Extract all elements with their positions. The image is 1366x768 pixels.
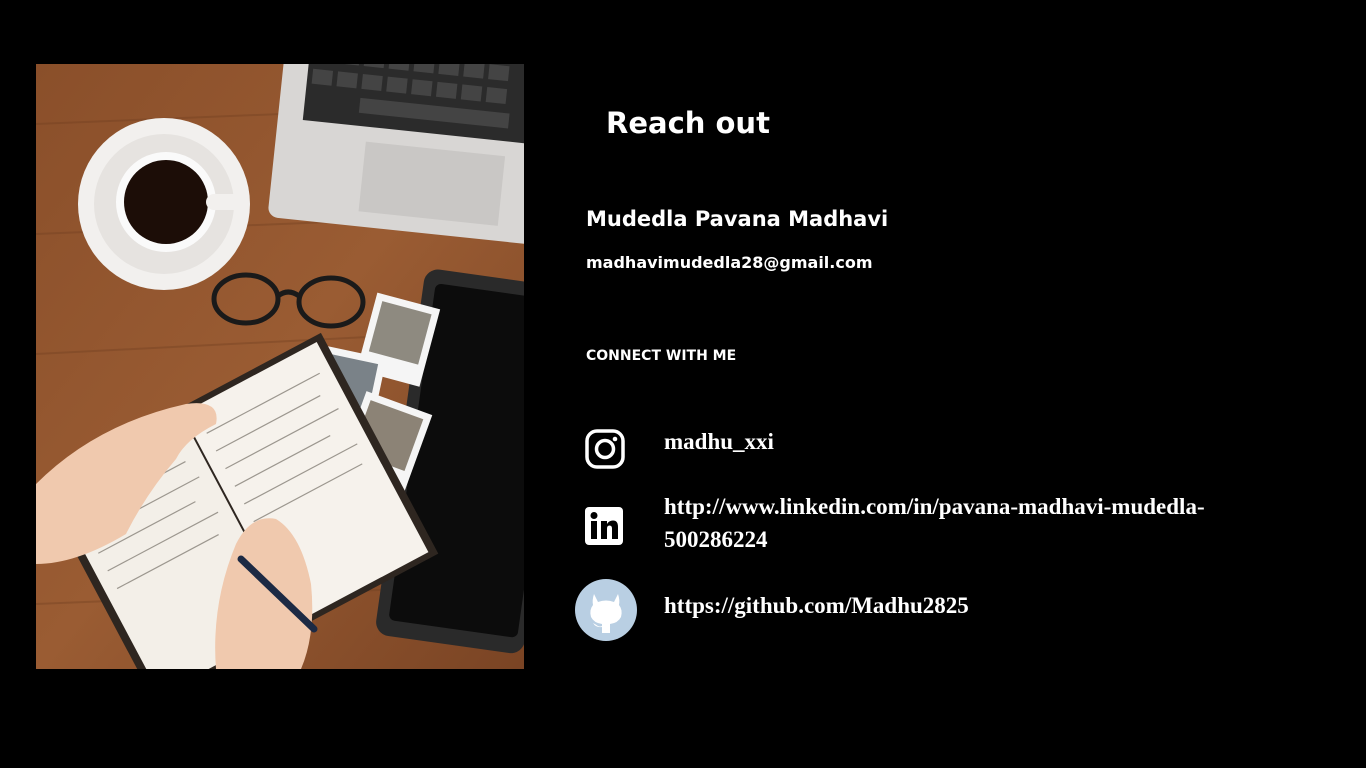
github-link[interactable]: https://github.com/Madhu2825 (664, 589, 1244, 622)
github-icon[interactable] (574, 578, 638, 646)
linkedin-icon[interactable] (585, 507, 623, 549)
social-row-linkedin: http://www.linkedin.com/in/pavana-madhav… (574, 490, 1254, 560)
contact-name: Mudedla Pavana Madhavi (586, 207, 889, 231)
instagram-icon[interactable] (585, 429, 625, 473)
contact-email: madhavimudedla28@gmail.com (586, 253, 873, 272)
instagram-link[interactable]: madhu_xxi (664, 425, 1244, 458)
social-row-instagram: madhu_xxi (574, 424, 1254, 474)
contact-page: Reach out Mudedla Pavana Madhavi madhavi… (0, 0, 1366, 768)
connect-heading: CONNECT WITH ME (586, 348, 737, 364)
social-row-github: https://github.com/Madhu2825 (574, 578, 1254, 642)
page-title: Reach out (606, 106, 770, 140)
desk-photo (36, 64, 524, 669)
linkedin-link[interactable]: http://www.linkedin.com/in/pavana-madhav… (664, 490, 1244, 556)
